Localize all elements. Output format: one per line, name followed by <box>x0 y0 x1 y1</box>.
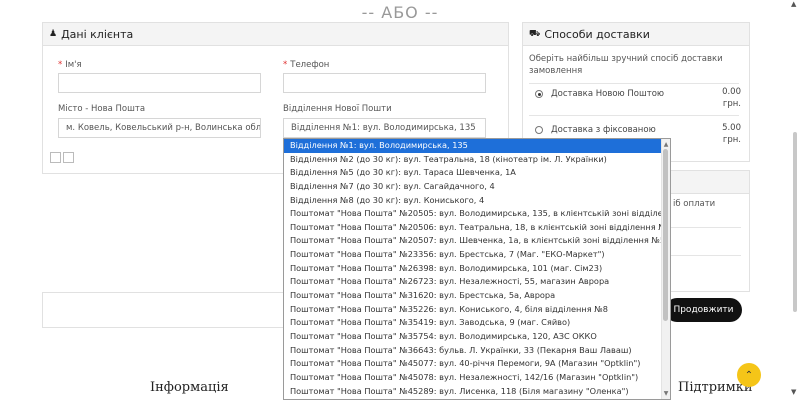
phone-label-text: Телефон <box>290 60 330 70</box>
truck-icon: ⛟ <box>529 28 541 39</box>
dropdown-option[interactable]: Поштомат "Нова Пошта" №36643: бульв. Л. … <box>284 344 670 358</box>
or-divider: -- АБО -- <box>361 3 439 22</box>
city-input[interactable]: м. Ковель, Ковельський р-н, Волинська об… <box>58 118 261 138</box>
name-label: * Ім'я <box>58 60 82 70</box>
dropdown-option[interactable]: Відділення №5 (до 30 кг): вул. Тараса Ше… <box>284 166 670 180</box>
divider <box>529 115 739 116</box>
branch-label: Відділення Нової Пошти <box>283 104 392 114</box>
shipping-option-label: Доставка з фіксованою <box>551 125 656 135</box>
phone-label: * Телефон <box>283 60 329 70</box>
dropdown-items: Відділення №1: вул. Володимирська, 135 Ві… <box>284 139 670 398</box>
required-marker: * <box>58 60 63 70</box>
scroll-down-arrow-icon[interactable]: ▼ <box>791 388 796 396</box>
dropdown-option[interactable]: Поштомат "Нова Пошта" №35419: вул. Завод… <box>284 316 670 330</box>
shipping-radio-fixed[interactable] <box>535 126 543 134</box>
dropdown-scrollbar[interactable]: ▲ ▼ <box>661 139 670 399</box>
name-input[interactable] <box>58 73 261 93</box>
dropdown-option[interactable]: Відділення №8 (до 30 кг): вул. Кониськог… <box>284 194 670 208</box>
payment-hint: іб оплати <box>673 199 716 209</box>
dropdown-option[interactable]: Поштомат "Нова Пошта" №35226: вул. Конис… <box>284 303 670 317</box>
shipping-panel-header: ⛟ Способи доставки <box>523 23 749 46</box>
dropdown-option[interactable]: Поштомат "Нова Пошта" №35754: вул. Волод… <box>284 330 670 344</box>
branch-select[interactable]: Відділення №1: вул. Володимирська, 135 <box>283 118 486 138</box>
shipping-panel-title: Способи доставки <box>544 27 650 41</box>
chevron-up-icon[interactable]: ▲ <box>662 141 670 148</box>
shipping-option-unit: грн. <box>722 135 741 145</box>
scroll-up-arrow-icon[interactable]: ▲ <box>791 0 796 8</box>
footer-info[interactable]: Інформація <box>150 380 229 395</box>
dropdown-scroll-thumb[interactable] <box>663 149 668 321</box>
client-panel-header: ♟ Дані клієнта <box>43 23 508 46</box>
required-marker: * <box>283 60 288 70</box>
city-label: Місто - Нова Пошта <box>58 104 146 114</box>
name-label-text: Ім'я <box>65 60 82 70</box>
dropdown-option[interactable]: Поштомат "Нова Пошта" №45077: вул. 40-рі… <box>284 357 670 371</box>
client-panel-title: Дані клієнта <box>61 27 134 41</box>
dropdown-option[interactable]: Поштомат "Нова Пошта" №20505: вул. Волод… <box>284 207 670 221</box>
user-icon: ♟ <box>49 29 58 39</box>
branch-dropdown-list[interactable]: Відділення №1: вул. Володимирська, 135 Ві… <box>283 138 671 400</box>
dropdown-option[interactable]: Поштомат "Нова Пошта" №26723: вул. Незал… <box>284 275 670 289</box>
dropdown-option[interactable]: Поштомат "Нова Пошта" №26398: вул. Волод… <box>284 262 670 276</box>
shipping-radio-nova-poshta[interactable] <box>535 90 543 98</box>
scroll-top-button[interactable]: ⌃ <box>737 363 761 387</box>
dropdown-option[interactable]: Відділення №1: вул. Володимирська, 135 <box>284 139 670 153</box>
dropdown-option[interactable]: Поштомат "Нова Пошта" №20506: вул. Театр… <box>284 221 670 235</box>
chevron-down-icon[interactable]: ▼ <box>662 390 670 397</box>
dropdown-option[interactable]: Поштомат "Нова Пошта" №45078: вул. Незал… <box>284 371 670 385</box>
continue-button[interactable]: Продовжити <box>665 298 742 322</box>
phone-input[interactable] <box>283 73 486 93</box>
checkbox[interactable] <box>50 152 61 163</box>
chevron-up-icon: ⌃ <box>744 369 754 381</box>
dropdown-option[interactable]: Поштомат "Нова Пошта" №20507: вул. Шевче… <box>284 234 670 248</box>
shipping-option-price: 0.00 <box>722 87 741 97</box>
page-scrollbar[interactable]: ▲ ▼ <box>790 0 800 400</box>
dropdown-option[interactable]: Відділення №7 (до 30 кг): вул. Сагайдачн… <box>284 180 670 194</box>
dropdown-option[interactable]: Відділення №2 (до 30 кг): вул. Театральн… <box>284 153 670 167</box>
dropdown-option[interactable]: Поштомат "Нова Пошта" №45289: вул. Лисен… <box>284 385 670 399</box>
shipping-hint: Оберіть найбільш зручний спосіб доставки… <box>529 54 723 76</box>
shipping-option-price: 5.00 <box>722 123 741 133</box>
checkbox[interactable] <box>63 152 74 163</box>
shipping-option-label: Доставка Новою Поштою <box>551 89 665 99</box>
divider <box>529 83 739 84</box>
shipping-option-unit: грн. <box>722 99 741 109</box>
scroll-thumb[interactable] <box>793 132 797 312</box>
dropdown-option[interactable]: Поштомат "Нова Пошта" №23356: вул. Брест… <box>284 248 670 262</box>
dropdown-option[interactable]: Поштомат "Нова Пошта" №31620: вул. Брест… <box>284 289 670 303</box>
